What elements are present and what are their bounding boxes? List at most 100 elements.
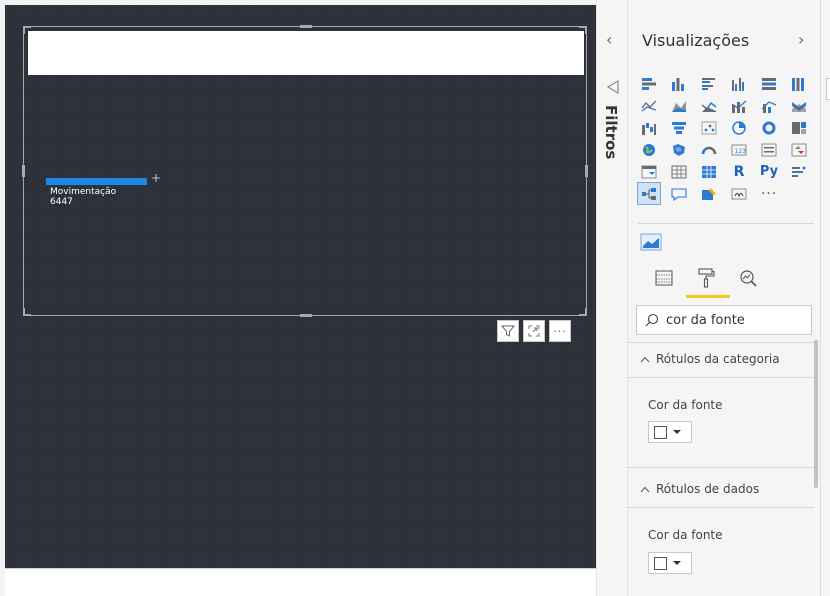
svg-text:123: 123: [735, 148, 747, 155]
fields-icon: [655, 270, 673, 286]
chevron-down-icon: [673, 561, 681, 565]
category-label: Movimentação: [50, 187, 117, 197]
filter-icon: [607, 80, 619, 94]
chevron-left-icon[interactable]: ‹: [606, 30, 612, 49]
pie-chart-icon[interactable]: [728, 117, 750, 138]
ribbon-chart-icon[interactable]: [788, 95, 810, 116]
treemap-icon[interactable]: [788, 117, 810, 138]
report-canvas-area: + Movimentação 6447 ···: [0, 0, 596, 596]
power-bi-desktop: + Movimentação 6447 ··· ‹ Filtros Visual…: [0, 0, 830, 596]
section-title: Rótulos da categoria: [656, 352, 780, 366]
python-visual-icon[interactable]: Py: [758, 161, 780, 182]
expand-plus-icon[interactable]: +: [151, 171, 161, 185]
kpi-icon[interactable]: [788, 139, 810, 160]
line-clustered-icon[interactable]: [758, 95, 780, 116]
section-header-data-labels[interactable]: Rótulos de dados: [640, 482, 759, 496]
line-chart-icon[interactable]: [638, 95, 660, 116]
divider: [628, 342, 814, 343]
font-color-picker[interactable]: [648, 421, 692, 443]
line-column-icon[interactable]: [728, 95, 750, 116]
matrix-icon[interactable]: [698, 161, 720, 182]
card-icon[interactable]: 123: [728, 139, 750, 160]
search-input-value[interactable]: cor da fonte: [666, 313, 745, 328]
funnel-icon[interactable]: [668, 117, 690, 138]
filled-map-icon[interactable]: [668, 139, 690, 160]
area-chart-icon[interactable]: [668, 95, 690, 116]
more-options-button[interactable]: ···: [549, 320, 571, 342]
waterfall-icon[interactable]: [638, 117, 660, 138]
chevron-up-icon: [640, 356, 650, 362]
paginated-report-icon[interactable]: [728, 183, 750, 204]
more-visuals-icon[interactable]: ···: [758, 183, 780, 204]
chevron-right-icon[interactable]: ›: [798, 30, 804, 49]
tab-fields[interactable]: [652, 265, 676, 291]
data-bar[interactable]: [46, 178, 147, 185]
filters-pane[interactable]: ‹ Filtros: [596, 0, 628, 596]
filters-label[interactable]: Filtros: [602, 105, 620, 159]
100-bar-icon[interactable]: [758, 73, 780, 94]
section-title: Rótulos de dados: [656, 482, 760, 496]
search-icon: [645, 313, 659, 327]
report-page[interactable]: + Movimentação 6447 ···: [5, 5, 596, 568]
resize-handle-top-left[interactable]: [23, 26, 25, 34]
pane-title: Visualizações: [642, 31, 750, 50]
color-swatch: [654, 556, 667, 570]
decomposition-tree-icon[interactable]: [637, 182, 661, 205]
custom-visual-icon[interactable]: [640, 232, 662, 252]
fields-pane-edge: [820, 0, 830, 596]
100-column-icon[interactable]: [788, 73, 810, 94]
focus-mode-icon: [528, 325, 540, 337]
fields-search-input[interactable]: [826, 78, 830, 100]
visual-title-area: [28, 31, 584, 75]
resize-handle-right[interactable]: [585, 165, 588, 177]
resize-handle-top[interactable]: [300, 25, 312, 28]
filter-icon: [501, 325, 515, 337]
color-swatch: [654, 425, 667, 439]
bar-chart-visual[interactable]: + Movimentação 6447: [22, 25, 588, 317]
multi-row-card-icon[interactable]: [758, 139, 780, 160]
divider: [628, 467, 814, 468]
stacked-column-icon[interactable]: [668, 73, 690, 94]
more-options-icon: ···: [553, 324, 567, 338]
divider: [628, 507, 814, 508]
scatter-icon[interactable]: [698, 117, 720, 138]
canvas-bottom-area: [5, 568, 596, 596]
resize-handle-top-right[interactable]: [585, 26, 587, 34]
chevron-up-icon: [640, 486, 650, 492]
property-label-font-color: Cor da fonte: [648, 398, 723, 412]
gauge-icon[interactable]: [698, 139, 720, 160]
smart-narrative-icon[interactable]: [698, 183, 720, 204]
analytics-icon: [740, 270, 757, 287]
property-label-font-color: Cor da fonte: [648, 528, 723, 542]
clustered-column-icon[interactable]: [728, 73, 750, 94]
visual-filter-button[interactable]: [497, 320, 519, 342]
visual-gallery: 123 R Py ···: [637, 73, 818, 205]
donut-chart-icon[interactable]: [758, 117, 780, 138]
font-color-picker[interactable]: [648, 552, 692, 574]
paint-roller-icon: [698, 268, 715, 288]
chevron-down-icon: [673, 430, 681, 434]
table-icon[interactable]: [668, 161, 690, 182]
resize-handle-left[interactable]: [22, 165, 25, 177]
active-tab-indicator: [686, 295, 730, 298]
divider: [628, 377, 814, 378]
format-pane-scrollbar[interactable]: [814, 340, 818, 488]
key-influencers-icon[interactable]: [788, 161, 810, 182]
tab-analytics[interactable]: [736, 265, 760, 291]
visualizations-pane: Visualizações › 123 R Py ··· cor da font…: [628, 0, 820, 596]
focus-mode-button[interactable]: [523, 320, 545, 342]
qa-icon[interactable]: [668, 183, 690, 204]
map-icon[interactable]: [638, 139, 660, 160]
tab-format[interactable]: [694, 265, 718, 291]
stacked-area-icon[interactable]: [698, 95, 720, 116]
divider: [638, 223, 814, 224]
resize-handle-bottom[interactable]: [300, 314, 312, 317]
format-search-input[interactable]: cor da fonte: [636, 305, 812, 335]
resize-handle-bottom-right[interactable]: [585, 308, 587, 316]
clustered-bar-icon[interactable]: [698, 73, 720, 94]
slicer-icon[interactable]: [638, 161, 660, 182]
stacked-bar-icon[interactable]: [638, 73, 660, 94]
r-visual-icon[interactable]: R: [728, 161, 750, 182]
resize-handle-bottom-left[interactable]: [23, 308, 25, 316]
section-header-category-labels[interactable]: Rótulos da categoria: [640, 352, 780, 366]
